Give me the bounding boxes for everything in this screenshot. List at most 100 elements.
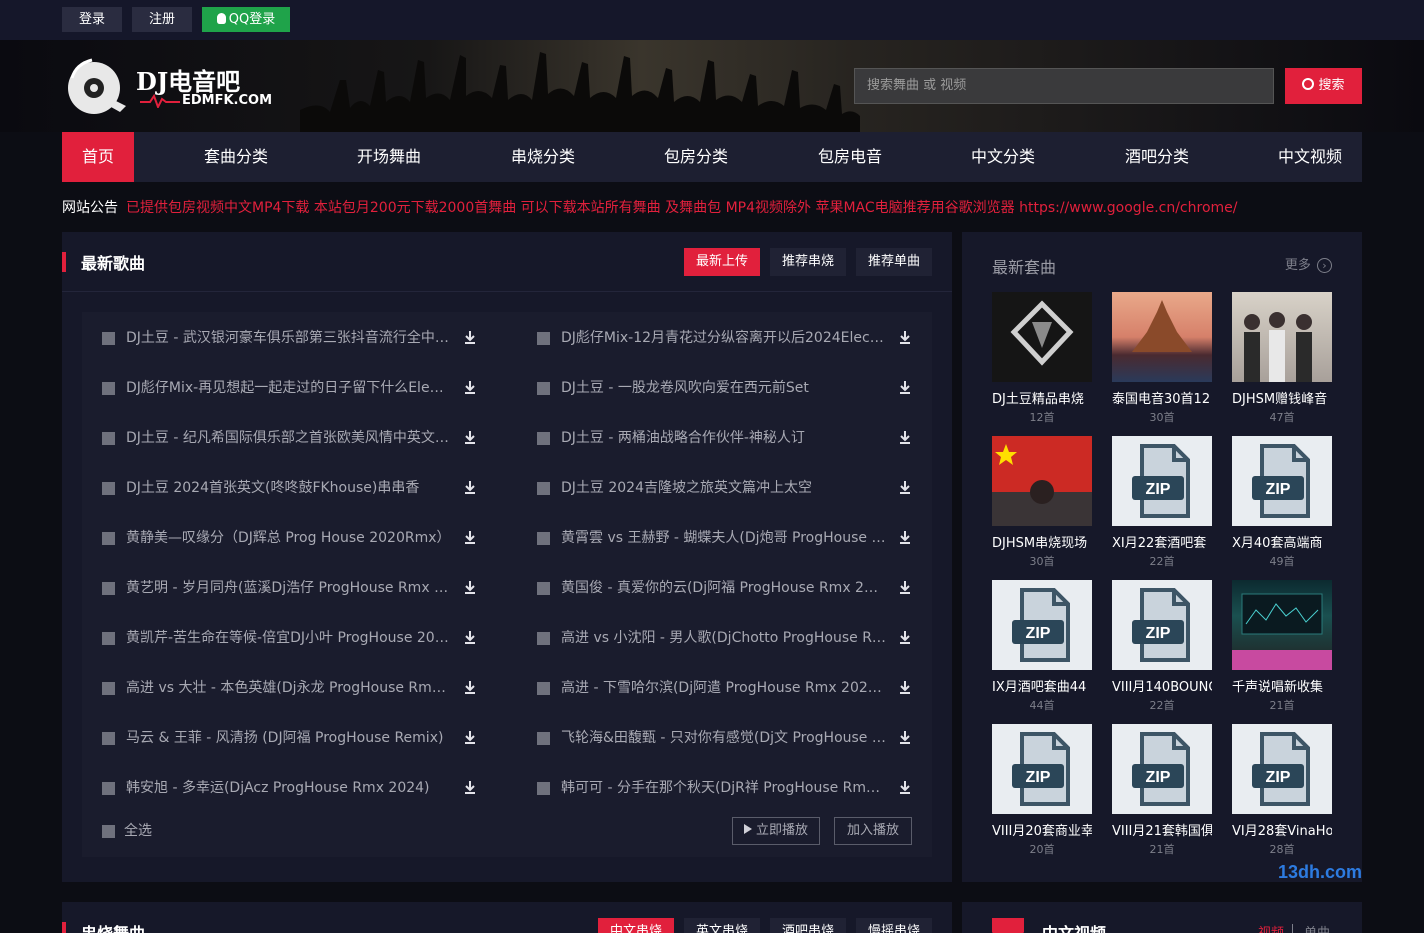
song-row[interactable]: DJ土豆 - 两桶油战略合作伙伴-神秘人订 [537,423,912,453]
album-title[interactable]: XI月22套酒吧套 [1112,532,1212,551]
album-title[interactable]: VIII月20套商业幸 [992,820,1092,839]
album-card[interactable]: ZIP VI月28套VinaHouse 28首 [1232,724,1332,858]
tab-video[interactable]: 视频 [1258,922,1284,933]
song-row[interactable]: 高进 vs 小沈阳 - 男人歌(DjChotto ProgHouse Rmx) [537,623,912,653]
album-title[interactable]: IX月酒吧套曲44 [992,676,1092,695]
song-title[interactable]: DJ土豆 2024吉隆坡之旅英文篇冲上太空 [561,473,886,503]
song-checkbox[interactable] [102,382,115,395]
song-title[interactable]: DJ土豆 - 两桶油战略合作伙伴-神秘人订 [561,423,886,453]
song-row[interactable]: DJ土豆 - 纪凡希国际俱乐部之首张欧美风情中英文Set [102,423,477,453]
zip-file-icon[interactable]: ZIP [1112,580,1212,670]
song-checkbox[interactable] [537,682,550,695]
download-icon[interactable] [464,773,476,803]
song-row[interactable]: 高进 vs 大壮 - 本色英雄(Dj永龙 ProgHouse Rmx 2024) [102,673,477,703]
tab-english-medley[interactable]: 英文串烧 [684,918,760,933]
song-checkbox[interactable] [537,332,550,345]
song-row[interactable]: 黄艺明 - 岁月同舟(蓝溪Dj浩仔 ProgHouse Rmx 2024) [102,573,477,603]
song-row[interactable]: 飞轮海&田馥甄 - 只对你有感觉(Dj文 ProgHouse 2024) [537,723,912,753]
download-icon[interactable] [899,723,911,753]
song-title[interactable]: 高进 vs 大壮 - 本色英雄(Dj永龙 ProgHouse Rmx 2024) [126,673,451,703]
song-title[interactable]: 黄凯芹-苦生命在等候-倍宜DJ小叶 ProgHouse 2024 [126,623,451,653]
nav-item-bar-categories[interactable]: 酒吧分类 [1117,132,1197,182]
download-icon[interactable] [464,373,476,403]
song-checkbox[interactable] [102,332,115,345]
nav-item-chinese-videos[interactable]: 中文视频 [1270,132,1350,182]
more-albums-link[interactable]: 更多 › [1285,254,1332,273]
tab-slow-medley[interactable]: 慢摇串烧 [856,918,932,933]
notice-text[interactable]: 已提供包房视频中文MP4下载 本站包月200元下载2000首舞曲 可以下载本站所… [126,200,1238,216]
song-row[interactable]: 韩可可 - 分手在那个秋天(DjR祥 ProgHouse Rmx 2024) [537,773,912,803]
song-title[interactable]: 黄霄雲 vs 王赫野 - 蝴蝶夫人(Dj炮哥 ProgHouse Rmx) [561,523,886,553]
nav-item-private-room-edm[interactable]: 包房电音 [810,132,890,182]
register-button[interactable]: 注册 [132,7,192,32]
login-button[interactable]: 登录 [62,7,122,32]
song-row[interactable]: DJ土豆 - 一股龙卷风吹向爱在西元前Set [537,373,912,403]
song-checkbox[interactable] [537,582,550,595]
album-cover-image[interactable] [1232,292,1332,382]
nav-item-chinese-categories[interactable]: 中文分类 [963,132,1043,182]
tab-latest-uploads[interactable]: 最新上传 [684,248,760,276]
album-title[interactable]: X月40套高端商 [1232,532,1332,551]
song-checkbox[interactable] [537,632,550,645]
album-card[interactable]: DJHSM串烧现场 30首 [992,436,1092,570]
song-title[interactable]: 韩安旭 - 多幸运(DjAcz ProgHouse Rmx 2024) [126,773,451,803]
album-title[interactable]: DJHSM串烧现场 [992,532,1092,551]
download-icon[interactable] [464,623,476,653]
tab-single[interactable]: 单曲 [1304,922,1330,933]
song-row[interactable]: 黄霄雲 vs 王赫野 - 蝴蝶夫人(Dj炮哥 ProgHouse Rmx) [537,523,912,553]
tab-recommended-medleys[interactable]: 推荐串烧 [770,248,846,276]
download-icon[interactable] [464,523,476,553]
nav-item-set-categories[interactable]: 套曲分类 [196,132,276,182]
song-checkbox[interactable] [537,782,550,795]
song-checkbox[interactable] [102,482,115,495]
download-icon[interactable] [464,573,476,603]
song-checkbox[interactable] [102,432,115,445]
album-card[interactable]: ZIP VIII月20套商业幸 20首 [992,724,1092,858]
download-icon[interactable] [464,323,476,353]
download-icon[interactable] [899,323,911,353]
album-card[interactable]: ZIP XI月22套酒吧套 22首 [1112,436,1212,570]
zip-file-icon[interactable]: ZIP [1112,436,1212,526]
zip-file-icon[interactable]: ZIP [1232,436,1332,526]
qq-login-button[interactable]: QQ登录 [202,7,290,32]
song-checkbox[interactable] [537,732,550,745]
play-now-button[interactable]: 立即播放 [732,817,820,845]
download-icon[interactable] [899,373,911,403]
song-checkbox[interactable] [102,782,115,795]
download-icon[interactable] [899,623,911,653]
select-all-checkbox[interactable] [102,825,115,838]
song-checkbox[interactable] [537,482,550,495]
tab-recommended-singles[interactable]: 推荐单曲 [856,248,932,276]
song-title[interactable]: 高进 vs 小沈阳 - 男人歌(DjChotto ProgHouse Rmx) [561,623,886,653]
album-card[interactable]: DJHSM赠钱峰音 47首 [1232,292,1332,426]
song-row[interactable]: 韩安旭 - 多幸运(DjAcz ProgHouse Rmx 2024) [102,773,477,803]
download-icon[interactable] [899,673,911,703]
song-checkbox[interactable] [537,432,550,445]
song-checkbox[interactable] [102,532,115,545]
song-checkbox[interactable] [102,582,115,595]
download-icon[interactable] [899,773,911,803]
song-checkbox[interactable] [102,732,115,745]
song-checkbox[interactable] [102,632,115,645]
song-title[interactable]: 黄静美—叹缘分（DJ辉总 Prog House 2020Rmx） [126,523,451,553]
song-title[interactable]: DJ土豆 - 一股龙卷风吹向爱在西元前Set [561,373,886,403]
song-row[interactable]: DJ土豆 - 武汉银河豪车俱乐部第三张抖音流行全中文Set [102,323,477,353]
zip-file-icon[interactable]: ZIP [992,724,1092,814]
album-cover-image[interactable] [992,292,1092,382]
site-logo[interactable]: DJ电音吧 EDMFK.COM [62,56,282,116]
album-card[interactable]: ZIP VIII月21套韩国俱 21首 [1112,724,1212,858]
album-card[interactable]: 泰国电音30首12 30首 [1112,292,1212,426]
nav-item-medley-categories[interactable]: 串烧分类 [503,132,583,182]
song-row[interactable]: DJ土豆 2024首张英文(咚咚鼓FKhouse)串串香 [102,473,477,503]
search-button[interactable]: 搜索 [1285,68,1362,104]
song-title[interactable]: 飞轮海&田馥甄 - 只对你有感觉(Dj文 ProgHouse 2024) [561,723,886,753]
download-icon[interactable] [899,423,911,453]
song-title[interactable]: 黄艺明 - 岁月同舟(蓝溪Dj浩仔 ProgHouse Rmx 2024) [126,573,451,603]
album-card[interactable]: ZIP IX月酒吧套曲44 44首 [992,580,1092,714]
album-card[interactable]: DJ土豆精品串烧 12首 [992,292,1092,426]
album-cover-image[interactable] [1232,580,1332,670]
song-title[interactable]: DJ土豆 - 武汉银河豪车俱乐部第三张抖音流行全中文Set [126,323,451,353]
song-row[interactable]: DJ土豆 2024吉隆坡之旅英文篇冲上太空 [537,473,912,503]
add-to-playlist-button[interactable]: 加入播放 [834,817,912,845]
song-row[interactable]: 黄国俊 - 真爱你的云(Dj阿福 ProgHouse Rmx 2024) [537,573,912,603]
